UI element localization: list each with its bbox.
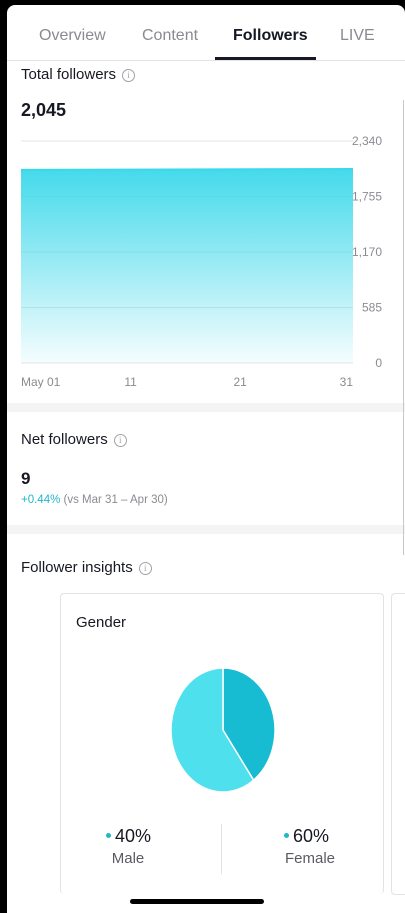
net-followers-change: +0.44% (vs Mar 31 – Apr 30): [21, 494, 168, 506]
gender-card-title: Gender: [76, 614, 127, 631]
net-followers-label: Net followers: [21, 431, 108, 448]
analytics-tab-bar: Overview Content Followers LIVE: [7, 5, 405, 61]
y-tick-label: 1,170: [352, 245, 382, 259]
female-percent: 60%: [284, 826, 329, 847]
home-indicator[interactable]: [130, 899, 264, 904]
change-percent: +0.44%: [21, 494, 61, 506]
net-followers-value: 9: [21, 469, 31, 488]
total-followers-label: Total followers: [21, 66, 117, 83]
info-icon[interactable]: i: [138, 562, 152, 575]
info-icon[interactable]: i: [113, 434, 127, 447]
net-followers-title: Net followers i: [21, 431, 127, 448]
section-divider: [7, 403, 405, 412]
info-icon[interactable]: i: [122, 69, 136, 82]
followers-area: [21, 168, 353, 363]
y-tick-label: 585: [362, 301, 382, 315]
male-label: Male: [111, 850, 145, 867]
follower-insights-title: Follower insights i: [21, 559, 152, 576]
gender-pie-chart: [170, 668, 276, 792]
y-tick-label: 0: [375, 356, 382, 370]
scrollbar[interactable]: [403, 100, 404, 555]
male-dot-icon: [106, 833, 111, 838]
female-percent-text: 60%: [293, 826, 330, 846]
female-dot-icon: [284, 833, 289, 838]
active-tab-indicator: [215, 57, 316, 60]
gender-card: Gender 40% Male 60% Female: [60, 593, 384, 894]
tab-followers[interactable]: Followers: [233, 27, 308, 45]
follower-insights-label: Follower insights: [21, 559, 133, 576]
x-tick-label: May 01: [21, 375, 61, 389]
male-percent-text: 40%: [115, 826, 152, 846]
section-divider: [7, 525, 405, 534]
followers-analytics-page: Overview Content Followers LIVE Total fo…: [7, 5, 405, 913]
tab-content[interactable]: Content: [142, 27, 198, 45]
y-tick-label: 2,340: [352, 134, 382, 148]
tab-live[interactable]: LIVE: [340, 27, 375, 45]
total-followers-chart: 2,340 1,755 1,170 585 0 May 01 11 21 31: [20, 134, 382, 389]
female-label: Female: [284, 850, 336, 867]
y-tick-label: 1,755: [352, 190, 382, 204]
total-followers-title: Total followers i: [21, 66, 136, 83]
x-tick-label: 21: [233, 375, 247, 389]
legend-divider: [221, 824, 222, 874]
change-context: (vs Mar 31 – Apr 30): [63, 494, 168, 506]
next-insight-card[interactable]: [391, 593, 405, 895]
x-tick-label: 11: [124, 375, 137, 389]
followers-line: [20, 167, 354, 171]
x-tick-label: 31: [340, 375, 354, 389]
tab-overview[interactable]: Overview: [39, 27, 106, 45]
male-percent: 40%: [106, 826, 151, 847]
total-followers-value: 2,045: [21, 100, 67, 120]
